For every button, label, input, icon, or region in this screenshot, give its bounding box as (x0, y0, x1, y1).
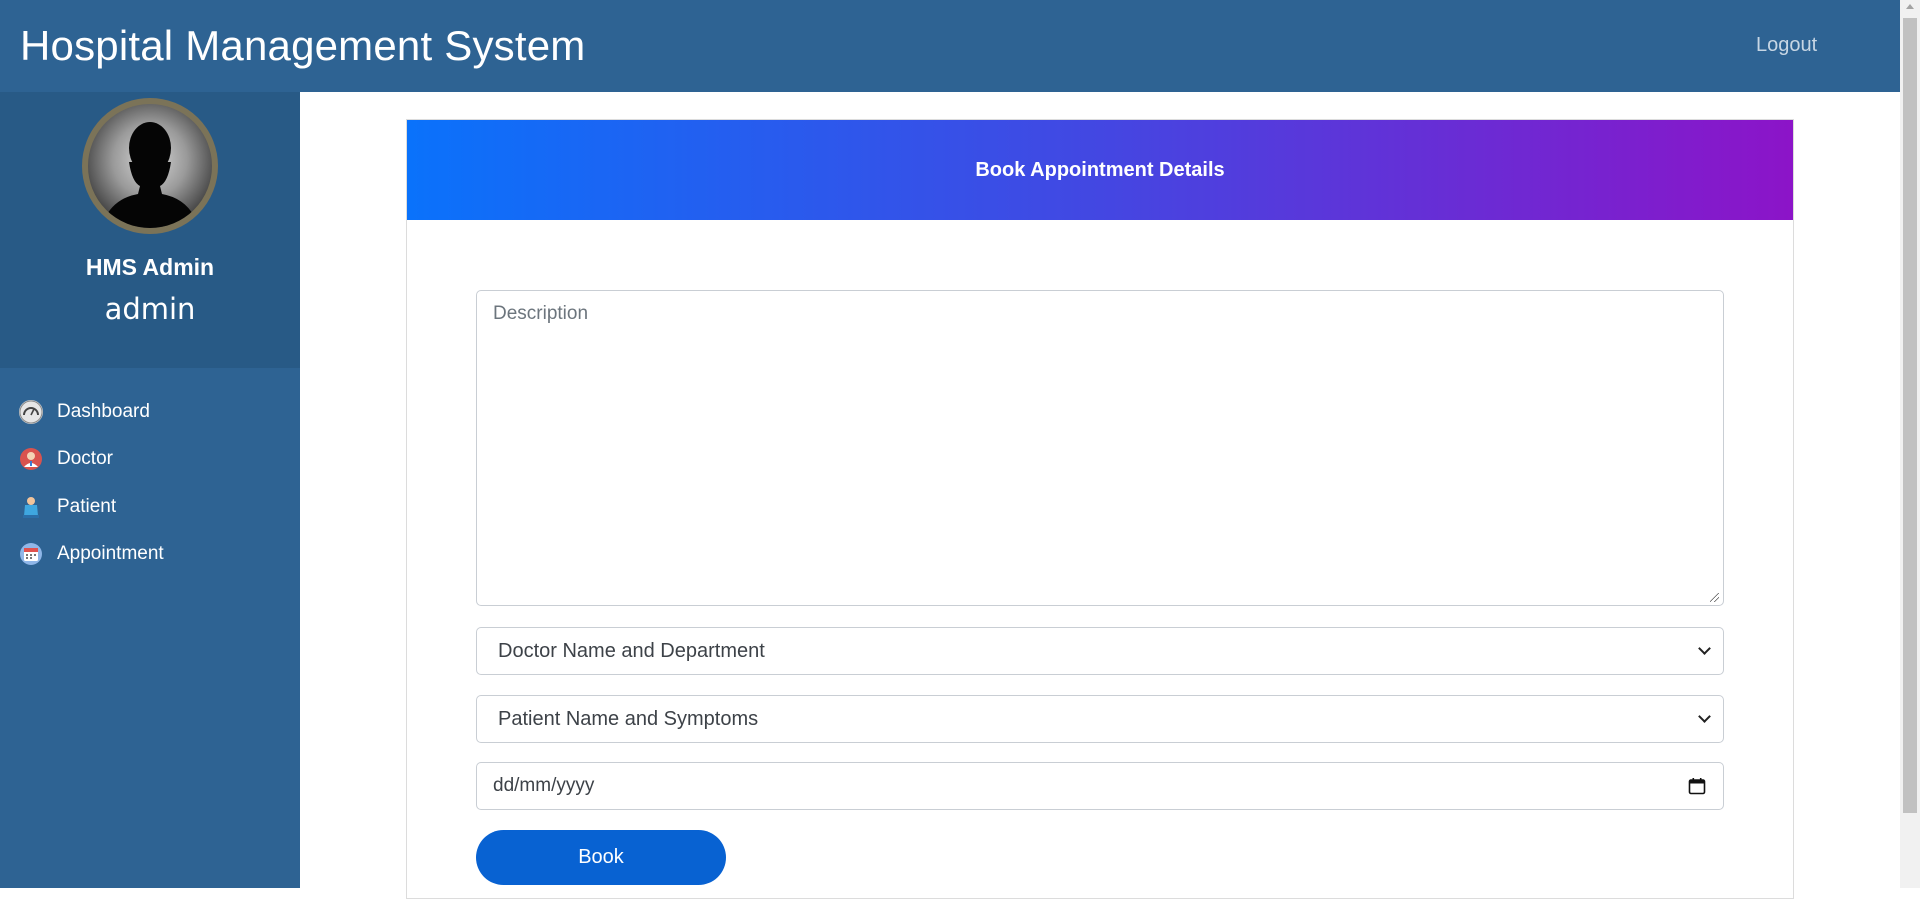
chevron-down-icon (1698, 710, 1711, 723)
card-header: Book Appointment Details (407, 120, 1793, 220)
profile-panel: HMS Admin admin (0, 92, 300, 368)
chevron-down-icon (1698, 642, 1711, 655)
profile-name: HMS Admin (85, 254, 215, 280)
appointment-icon (19, 542, 43, 566)
profile-role: admin (104, 292, 196, 326)
doctor-select[interactable]: Doctor Name and Department (476, 627, 1724, 675)
doctor-select-value: Doctor Name and Department (498, 639, 765, 662)
appointment-card: Book Appointment Details Description Doc… (406, 119, 1794, 899)
doctor-icon (19, 447, 43, 471)
top-navbar: Hospital Management System Logout (0, 0, 1900, 92)
date-placeholder: dd/mm/yyyy (493, 775, 595, 796)
description-placeholder: Description (493, 303, 589, 324)
user-silhouette-icon (106, 122, 194, 228)
calendar-icon[interactable] (1688, 777, 1706, 795)
sidebar-item-label: Appointment (57, 543, 164, 565)
scrollbar-thumb[interactable] (1903, 18, 1917, 813)
sidebar-item-patient[interactable]: Patient (0, 483, 300, 531)
sidebar-item-label: Patient (57, 495, 117, 517)
avatar (82, 98, 218, 234)
patient-select[interactable]: Patient Name and Symptoms (476, 695, 1724, 743)
sidebar: HMS Admin admin Dashboard Doctor Patient… (0, 92, 300, 888)
logout-link[interactable]: Logout (1756, 34, 1817, 57)
sidebar-item-appointment[interactable]: Appointment (0, 531, 300, 579)
book-button[interactable]: Book (476, 830, 726, 885)
sidebar-item-label: Doctor (57, 448, 113, 470)
page-scrollbar[interactable] (1900, 0, 1920, 888)
patient-icon (19, 495, 43, 519)
sidebar-item-label: Dashboard (57, 400, 150, 422)
appointment-date-input[interactable]: dd/mm/yyyy (476, 762, 1724, 810)
scroll-up-arrow-icon[interactable] (1906, 4, 1914, 9)
sidebar-nav: Dashboard Doctor Patient Appointment (0, 368, 300, 578)
brand-title[interactable]: Hospital Management System (20, 22, 585, 70)
dashboard-icon (19, 399, 43, 424)
sidebar-item-dashboard[interactable]: Dashboard (0, 388, 300, 436)
description-textarea[interactable]: Description (476, 290, 1724, 606)
patient-select-value: Patient Name and Symptoms (498, 707, 759, 730)
resize-handle-icon[interactable] (1710, 593, 1719, 602)
sidebar-item-doctor[interactable]: Doctor (0, 436, 300, 484)
card-title: Book Appointment Details (975, 158, 1225, 181)
